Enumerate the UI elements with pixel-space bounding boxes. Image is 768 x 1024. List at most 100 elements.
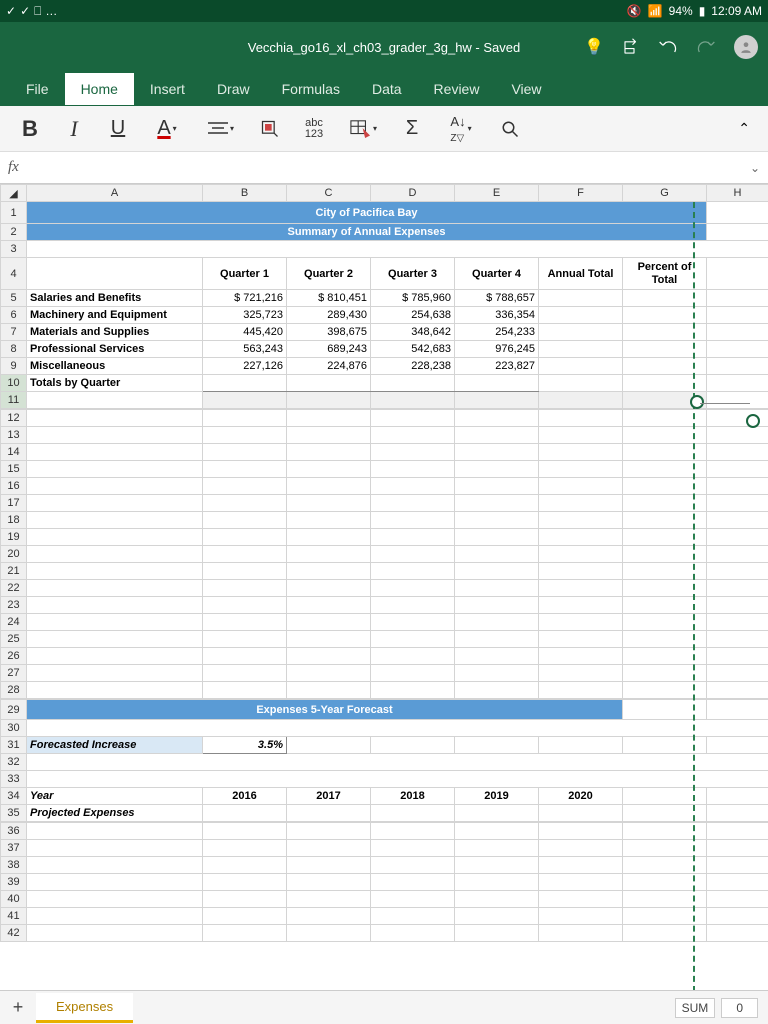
row-header[interactable]: 5 <box>1 290 27 307</box>
row-header[interactable]: 4 <box>1 258 27 290</box>
data-cell[interactable]: 224,876 <box>287 358 371 375</box>
aggregate-label[interactable]: SUM <box>675 998 716 1018</box>
spreadsheet-grid[interactable]: ◢ A B C D E F G H 1City of Pacifica Bay … <box>0 184 768 990</box>
row-header[interactable]: 22 <box>1 580 27 597</box>
row-header[interactable]: 2 <box>1 224 27 241</box>
row-header[interactable]: 32 <box>1 754 27 771</box>
col-header[interactable]: G <box>623 185 707 202</box>
data-cell[interactable]: 228,238 <box>371 358 455 375</box>
row-header[interactable]: 11 <box>1 392 27 409</box>
col-header[interactable]: H <box>707 185 768 202</box>
row-header[interactable]: 42 <box>1 925 27 942</box>
data-cell[interactable]: 223,827 <box>455 358 539 375</box>
row-header[interactable]: 18 <box>1 512 27 529</box>
tab-file[interactable]: File <box>10 73 65 105</box>
row-header[interactable]: 3 <box>1 241 27 258</box>
align-button[interactable]: ▾ <box>194 108 248 150</box>
header-cell[interactable]: Annual Total <box>539 258 623 290</box>
year-cell[interactable]: 2017 <box>287 788 371 805</box>
row-header[interactable]: 9 <box>1 358 27 375</box>
select-all-corner[interactable]: ◢ <box>1 185 27 202</box>
underline-button[interactable]: U <box>96 108 140 150</box>
tab-data[interactable]: Data <box>356 73 418 105</box>
data-cell[interactable]: $ 785,960 <box>371 290 455 307</box>
data-cell[interactable]: $ 810,451 <box>287 290 371 307</box>
sheet-tab-expenses[interactable]: Expenses <box>36 993 133 1023</box>
redo-icon[interactable] <box>696 38 716 56</box>
tab-home[interactable]: Home <box>65 73 134 105</box>
tab-view[interactable]: View <box>495 73 557 105</box>
data-cell[interactable]: Miscellaneous <box>27 358 203 375</box>
collapse-ribbon-button[interactable]: ⌃ <box>728 120 760 137</box>
projected-label[interactable]: Projected Expenses <box>27 805 203 822</box>
row-header[interactable]: 30 <box>1 720 27 737</box>
forecast-value[interactable]: 3.5% <box>203 737 287 754</box>
forecast-label[interactable]: Forecasted Increase <box>27 737 203 754</box>
data-cell[interactable]: 348,642 <box>371 324 455 341</box>
user-avatar[interactable] <box>734 35 758 59</box>
data-cell[interactable]: Salaries and Benefits <box>27 290 203 307</box>
row-header[interactable]: 12 <box>1 410 27 427</box>
tab-draw[interactable]: Draw <box>201 73 266 105</box>
header-cell[interactable]: Quarter 2 <box>287 258 371 290</box>
row-header[interactable]: 31 <box>1 737 27 754</box>
share-icon[interactable] <box>622 38 640 56</box>
row-header[interactable]: 21 <box>1 563 27 580</box>
subtitle-cell[interactable]: Summary of Annual Expenses <box>27 224 707 241</box>
fx-icon[interactable]: fx <box>8 159 19 176</box>
header-cell[interactable]: Quarter 1 <box>203 258 287 290</box>
col-header[interactable]: D <box>371 185 455 202</box>
row-header[interactable]: 36 <box>1 823 27 840</box>
tab-review[interactable]: Review <box>418 73 496 105</box>
row-header[interactable]: 40 <box>1 891 27 908</box>
data-cell[interactable]: 289,430 <box>287 307 371 324</box>
col-header[interactable]: A <box>27 185 203 202</box>
year-label[interactable]: Year <box>27 788 203 805</box>
data-cell[interactable]: 976,245 <box>455 341 539 358</box>
row-header[interactable]: 26 <box>1 648 27 665</box>
forecast-title[interactable]: Expenses 5-Year Forecast <box>27 700 623 720</box>
col-header[interactable]: B <box>203 185 287 202</box>
expand-formula-icon[interactable]: ⌄ <box>750 161 760 175</box>
tab-formulas[interactable]: Formulas <box>266 73 356 105</box>
cell-styles-button[interactable]: ▾ <box>336 108 390 150</box>
col-header[interactable]: C <box>287 185 371 202</box>
row-header[interactable]: 25 <box>1 631 27 648</box>
row-header[interactable]: 35 <box>1 805 27 822</box>
col-header[interactable]: E <box>455 185 539 202</box>
year-cell[interactable]: 2019 <box>455 788 539 805</box>
data-cell[interactable]: 398,675 <box>287 324 371 341</box>
row-header[interactable]: 6 <box>1 307 27 324</box>
row-header[interactable]: 34 <box>1 788 27 805</box>
row-header[interactable]: 10 <box>1 375 27 392</box>
row-header[interactable]: 41 <box>1 908 27 925</box>
lightbulb-icon[interactable]: 💡 <box>584 37 604 57</box>
data-cell[interactable]: 563,243 <box>203 341 287 358</box>
row-header[interactable]: 27 <box>1 665 27 682</box>
data-cell[interactable]: 445,420 <box>203 324 287 341</box>
row-header[interactable]: 13 <box>1 427 27 444</box>
header-cell[interactable]: Percent of Total <box>623 258 707 290</box>
row-header[interactable]: 7 <box>1 324 27 341</box>
undo-icon[interactable] <box>658 38 678 56</box>
tab-insert[interactable]: Insert <box>134 73 201 105</box>
row-header[interactable]: 1 <box>1 202 27 224</box>
data-cell[interactable]: Professional Services <box>27 341 203 358</box>
data-cell[interactable]: 254,233 <box>455 324 539 341</box>
year-cell[interactable]: 2020 <box>539 788 623 805</box>
fill-color-button[interactable] <box>248 108 292 150</box>
add-sheet-button[interactable]: + <box>0 997 36 1018</box>
title-cell[interactable]: City of Pacifica Bay <box>27 202 707 224</box>
data-cell[interactable]: 689,243 <box>287 341 371 358</box>
data-cell[interactable]: 227,126 <box>203 358 287 375</box>
sort-filter-button[interactable]: A↓Z▽▾ <box>434 108 488 150</box>
italic-button[interactable]: I <box>52 108 96 150</box>
row-header[interactable]: 23 <box>1 597 27 614</box>
row-header[interactable]: 24 <box>1 614 27 631</box>
data-cell[interactable]: 542,683 <box>371 341 455 358</box>
data-cell[interactable]: $ 721,216 <box>203 290 287 307</box>
row-header[interactable]: 20 <box>1 546 27 563</box>
number-format-button[interactable]: abc123 <box>292 108 336 150</box>
data-cell[interactable]: Totals by Quarter <box>27 375 203 392</box>
bold-button[interactable]: B <box>8 108 52 150</box>
